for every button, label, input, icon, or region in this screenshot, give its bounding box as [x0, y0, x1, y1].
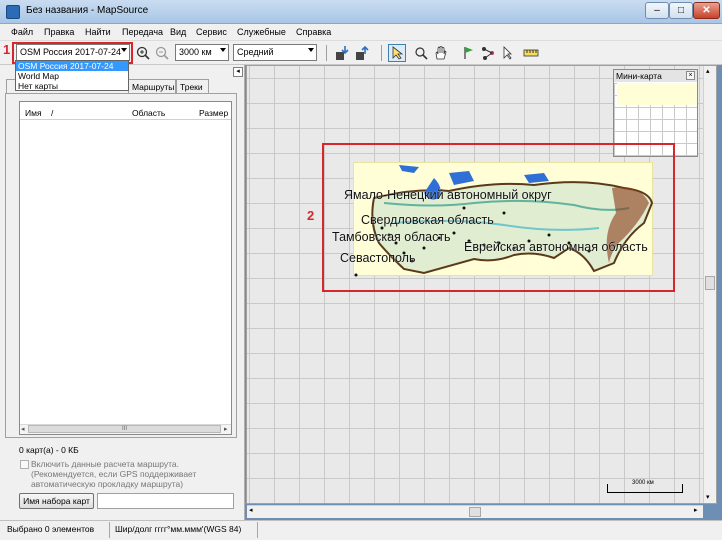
zoom-scale-value: 3000 км [179, 47, 212, 57]
chevron-down-icon [308, 48, 314, 52]
scale-label: 3000 км [632, 480, 654, 486]
menu-utilities[interactable]: Служебные [237, 27, 286, 37]
menu-transfer[interactable]: Передача [122, 27, 163, 37]
menu-service[interactable]: Сервис [196, 27, 227, 37]
callout-1-number: 1 [3, 42, 11, 57]
callout-2-number: 2 [307, 208, 315, 223]
hand-tool-icon[interactable] [431, 44, 449, 62]
scroll-right-icon[interactable]: ▸ [224, 425, 228, 433]
select-tool-icon[interactable] [388, 44, 406, 62]
tab-tracks[interactable]: Треки [176, 79, 209, 94]
measure-tool-icon[interactable] [522, 44, 540, 62]
map-product-dropdown: OSM Россия 2017-07-24 World Map Нет карт… [15, 60, 129, 91]
dropdown-item-osm[interactable]: OSM Россия 2017-07-24 [16, 61, 128, 71]
close-icon[interactable]: × [686, 71, 695, 80]
scroll-left-icon[interactable]: ◂ [249, 506, 253, 514]
menu-edit[interactable]: Правка [44, 27, 74, 37]
scroll-left-icon[interactable]: ◂ [21, 425, 25, 433]
maps-count-label: 0 карт(а) - 0 КБ [19, 445, 79, 455]
collapse-panel-icon[interactable]: ◂ [233, 67, 243, 77]
send-to-device-icon[interactable] [353, 44, 371, 62]
route-data-label: Включить данные расчета маршрута. (Реком… [31, 459, 197, 489]
window-title: Без названия - MapSource [26, 5, 149, 16]
zoom-in-icon[interactable] [134, 44, 152, 62]
map-hscroll-thumb[interactable] [469, 507, 481, 517]
list-header-divider [20, 119, 231, 120]
toolbar-separator [381, 45, 382, 61]
dropdown-item-no-map[interactable]: Нет карты [16, 81, 128, 91]
zoom-tool-icon[interactable] [412, 44, 430, 62]
status-selected: Выбрано 0 элементов [7, 524, 95, 534]
maps-list[interactable] [19, 101, 232, 435]
app-icon [6, 5, 20, 19]
callout-2-box [322, 143, 675, 292]
detail-level-value: Средний [237, 47, 274, 57]
menu-find[interactable]: Найти [85, 27, 111, 37]
waypoint-tool-icon[interactable] [459, 44, 477, 62]
scroll-up-icon[interactable]: ▴ [706, 67, 710, 75]
list-scroll-thumb[interactable]: III [28, 425, 221, 433]
mapset-name-button[interactable]: Имя набора карт [19, 493, 94, 509]
column-area[interactable]: Область [132, 108, 165, 118]
route-data-checkbox[interactable] [20, 460, 29, 469]
status-coordinates: Шир/долг гггг°мм.ммм'(WGS 84) [115, 524, 242, 534]
receive-from-device-icon[interactable] [333, 44, 351, 62]
zoom-out-icon[interactable] [153, 44, 171, 62]
menu-view[interactable]: Вид [170, 27, 186, 37]
scroll-right-icon[interactable]: ▸ [694, 506, 698, 514]
mapset-name-input[interactable] [97, 493, 234, 509]
column-name[interactable]: Имя [25, 108, 42, 118]
route-tool-icon[interactable] [479, 44, 497, 62]
scroll-down-icon[interactable]: ▾ [706, 493, 710, 501]
dropdown-item-world-map[interactable]: World Map [16, 71, 128, 81]
toolbar-separator [326, 45, 327, 61]
minimap-title: Мини-карта [614, 70, 697, 82]
detail-level-select[interactable]: Средний [233, 44, 317, 61]
maximize-button[interactable]: □ [669, 2, 693, 19]
chevron-down-icon [220, 48, 226, 52]
tab-routes[interactable]: Маршруты [128, 79, 176, 94]
menu-help[interactable]: Справка [296, 27, 331, 37]
menu-bar: Файл Правка Найти Передача Вид Сервис Сл… [0, 24, 722, 41]
pointer-tool-icon[interactable] [498, 44, 516, 62]
column-size[interactable]: Размер [199, 108, 228, 118]
map-vscroll-thumb[interactable] [705, 276, 715, 290]
sort-indicator: / [51, 108, 54, 118]
close-button[interactable]: ✕ [693, 2, 720, 19]
zoom-scale-select[interactable]: 3000 км [175, 44, 229, 61]
minimize-button[interactable]: ‒ [645, 2, 669, 19]
status-separator [257, 522, 258, 538]
status-separator [109, 522, 110, 538]
menu-file[interactable]: Файл [11, 27, 33, 37]
minimap-land [617, 83, 697, 105]
